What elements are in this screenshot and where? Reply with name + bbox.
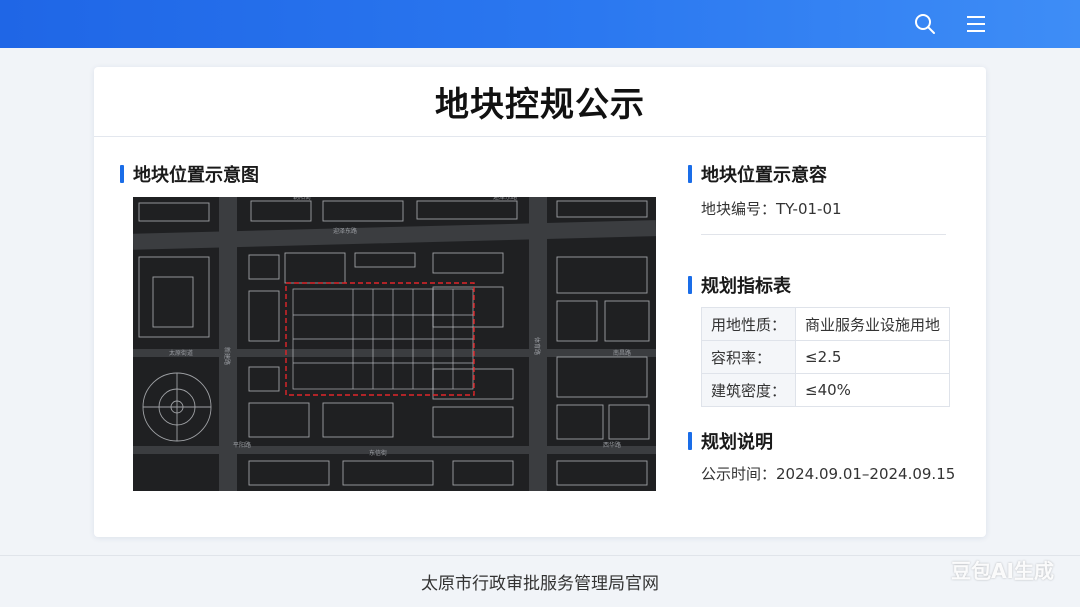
footer-text[interactable]: 太原市行政审批服务管理局官网 (421, 569, 659, 594)
indicator-value: ≤40% (795, 373, 951, 407)
map-street-label: 体育路 (533, 337, 541, 355)
heading-accent-bar (688, 165, 692, 183)
page-title: 地块控规公示 (94, 67, 986, 137)
location-info-heading: 地块位置示意容 (688, 161, 827, 187)
map-street-label: 新建路 (223, 347, 231, 365)
map-street-label: 朝阳街 (293, 197, 311, 201)
parcel-number-label: 地块编号： (701, 200, 777, 218)
map-street-label: 东信街 (369, 449, 387, 457)
map-street-label: 迎泽东路 (333, 227, 357, 235)
indicators-heading: 规划指标表 (688, 272, 791, 298)
search-icon[interactable] (911, 10, 939, 38)
map-street-label: 平阳路 (233, 441, 251, 449)
footer: 太原市行政审批服务管理局官网 (0, 555, 1080, 607)
indicators-table: 用地性质： 商业服务业设施用地 容积率： ≤2.5 建筑密度： ≤40% (700, 307, 951, 407)
table-row: 用地性质： 商业服务业设施用地 (700, 307, 951, 341)
announcement-period: 公示时间：2024.09.01–2024.09.15 (701, 463, 955, 484)
notes-heading: 规划说明 (688, 428, 773, 454)
table-row: 建筑密度： ≤40% (700, 373, 951, 407)
map-street-label: 南昌路 (613, 349, 631, 357)
parcel-number-value: TY-01-01 (776, 200, 842, 218)
map-drawing: 迎泽东路太原街道东信街 南昌路 迎泽东路新建路 体育路平阳路 西华路 朝阳街 (133, 197, 656, 491)
parcel-number: 地块编号：TY-01-01 (701, 198, 842, 219)
watermark: 豆包AI生成 (951, 559, 1054, 583)
menu-icon[interactable] (962, 10, 990, 38)
location-map[interactable]: 迎泽东路太原街道东信街 南昌路 迎泽东路新建路 体育路平阳路 西华路 朝阳街 (133, 197, 656, 491)
heading-accent-bar (688, 276, 692, 294)
indicator-value: 商业服务业设施用地 (795, 307, 951, 341)
map-street-label: 迎泽东路 (493, 197, 517, 201)
heading-accent-bar (120, 165, 124, 183)
location-info-heading-text: 地块位置示意容 (701, 165, 827, 186)
announcement-period-value: 2024.09.01–2024.09.15 (776, 465, 956, 483)
map-heading-text: 地块位置示意图 (133, 165, 259, 186)
top-bar (0, 0, 1080, 48)
indicator-key: 容积率： (700, 340, 797, 374)
map-street-label: 西华路 (603, 441, 621, 449)
notes-heading-text: 规划说明 (701, 432, 773, 453)
heading-accent-bar (688, 432, 692, 450)
indicator-key: 建筑密度： (700, 373, 797, 407)
indicator-value: ≤2.5 (795, 340, 951, 374)
table-row: 容积率： ≤2.5 (700, 340, 951, 374)
map-street-label: 太原街道 (169, 349, 193, 357)
announcement-period-label: 公示时间： (701, 465, 777, 483)
map-section-heading: 地块位置示意图 (120, 161, 259, 187)
divider (701, 234, 946, 235)
announcement-card: 地块控规公示 地块位置示意图 迎泽东路 太原街道 东信街 南昌路 迎泽东路 新建… (94, 67, 986, 537)
indicator-key: 用地性质： (700, 307, 797, 341)
indicators-heading-text: 规划指标表 (701, 276, 791, 297)
